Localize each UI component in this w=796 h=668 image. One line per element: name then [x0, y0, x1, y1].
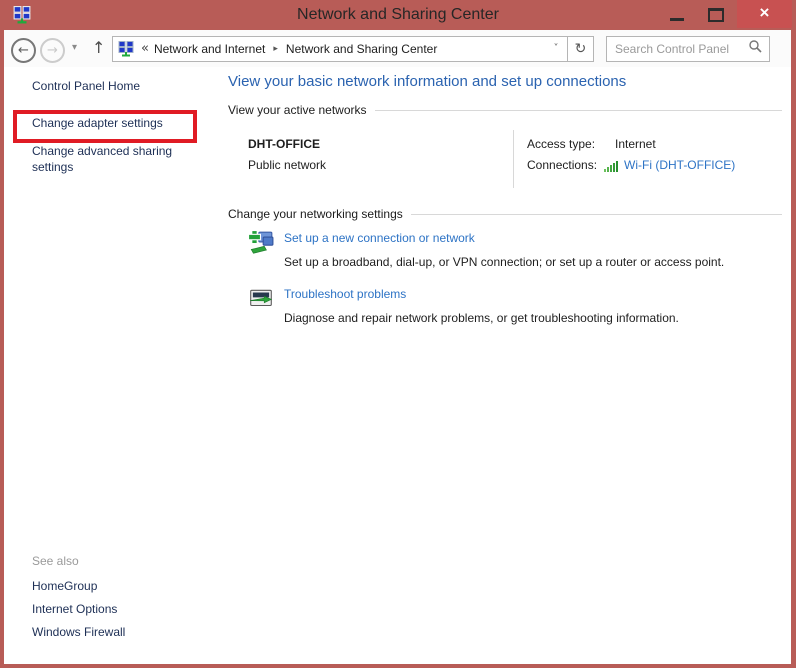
recent-pages-dropdown[interactable]: ▾ [72, 42, 77, 53]
up-button[interactable]: ↑ [92, 38, 105, 57]
search-box [606, 36, 770, 62]
section-rule [375, 110, 782, 111]
task-description: Set up a broadband, dial-up, or VPN conn… [284, 255, 724, 269]
sidebar-item-control-panel-home[interactable]: Control Panel Home [32, 78, 140, 94]
task-description: Diagnose and repair network problems, or… [284, 311, 679, 325]
maximize-icon [708, 8, 724, 22]
network-name: DHT-OFFICE [248, 137, 320, 151]
networking-settings-section-header: Change your networking settings [228, 207, 782, 221]
navigation-toolbar: ← → ▾ ↑ « Network and Internet ▸ Network… [4, 30, 791, 68]
network-location-icon [118, 41, 134, 57]
breadcrumb-item-network-and-sharing-center[interactable]: Network and Sharing Center [286, 42, 437, 56]
annotation-red-box [13, 110, 197, 143]
close-button[interactable]: × [737, 0, 792, 28]
active-networks-section-header: View your active networks [228, 103, 782, 117]
access-type-label: Access type: [527, 137, 595, 151]
search-input[interactable] [607, 42, 749, 56]
back-button[interactable]: ← [11, 38, 36, 63]
task-link-troubleshoot-problems[interactable]: Troubleshoot problems [284, 287, 406, 301]
titlebar: Network and Sharing Center × [0, 0, 796, 30]
see-also-label: See also [32, 554, 79, 568]
network-profile: Public network [248, 158, 326, 172]
forward-button[interactable]: → [40, 38, 65, 63]
networking-settings-label: Change your networking settings [228, 207, 403, 221]
page-title: View your basic network information and … [228, 73, 626, 90]
sidebar-item-homegroup[interactable]: HomeGroup [32, 578, 97, 594]
refresh-button[interactable]: ↻ [567, 36, 594, 62]
close-icon: × [760, 3, 770, 22]
new-connection-icon [248, 230, 274, 256]
network-sharing-center-window: Network and Sharing Center × ← → ▾ ↑ [0, 0, 796, 668]
section-rule [411, 214, 782, 215]
breadcrumb-separator-icon[interactable]: ▸ [273, 44, 278, 54]
connections-label: Connections: [527, 158, 597, 172]
content-area: Control Panel Home Change adapter settin… [4, 67, 791, 664]
minimize-button[interactable] [660, 0, 694, 28]
access-type-value: Internet [615, 137, 656, 151]
task-link-set-up-new-connection[interactable]: Set up a new connection or network [284, 231, 475, 245]
breadcrumb-overflow-icon[interactable]: « [141, 41, 149, 56]
main-pane: View your basic network information and … [228, 67, 782, 664]
wifi-connection-link[interactable]: Wi-Fi (DHT-OFFICE) [624, 158, 735, 172]
active-networks-label: View your active networks [228, 103, 367, 117]
sidebar-item-windows-firewall[interactable]: Windows Firewall [32, 624, 125, 640]
address-dropdown-icon[interactable]: ˅ [545, 37, 567, 61]
window-border-right [791, 30, 796, 668]
maximize-button[interactable] [698, 0, 732, 28]
sidebar-item-internet-options[interactable]: Internet Options [32, 601, 117, 617]
troubleshoot-icon [248, 286, 274, 312]
network-card-divider [513, 130, 514, 188]
sidebar-item-change-advanced-sharing-settings[interactable]: Change advanced sharing settings [32, 143, 197, 175]
minimize-icon [670, 18, 684, 21]
address-bar[interactable]: « Network and Internet ▸ Network and Sha… [112, 36, 568, 62]
window-border-bottom [0, 664, 796, 668]
breadcrumb-item-network-and-internet[interactable]: Network and Internet [154, 42, 265, 56]
wifi-signal-icon [604, 159, 620, 177]
search-icon[interactable] [749, 40, 762, 58]
